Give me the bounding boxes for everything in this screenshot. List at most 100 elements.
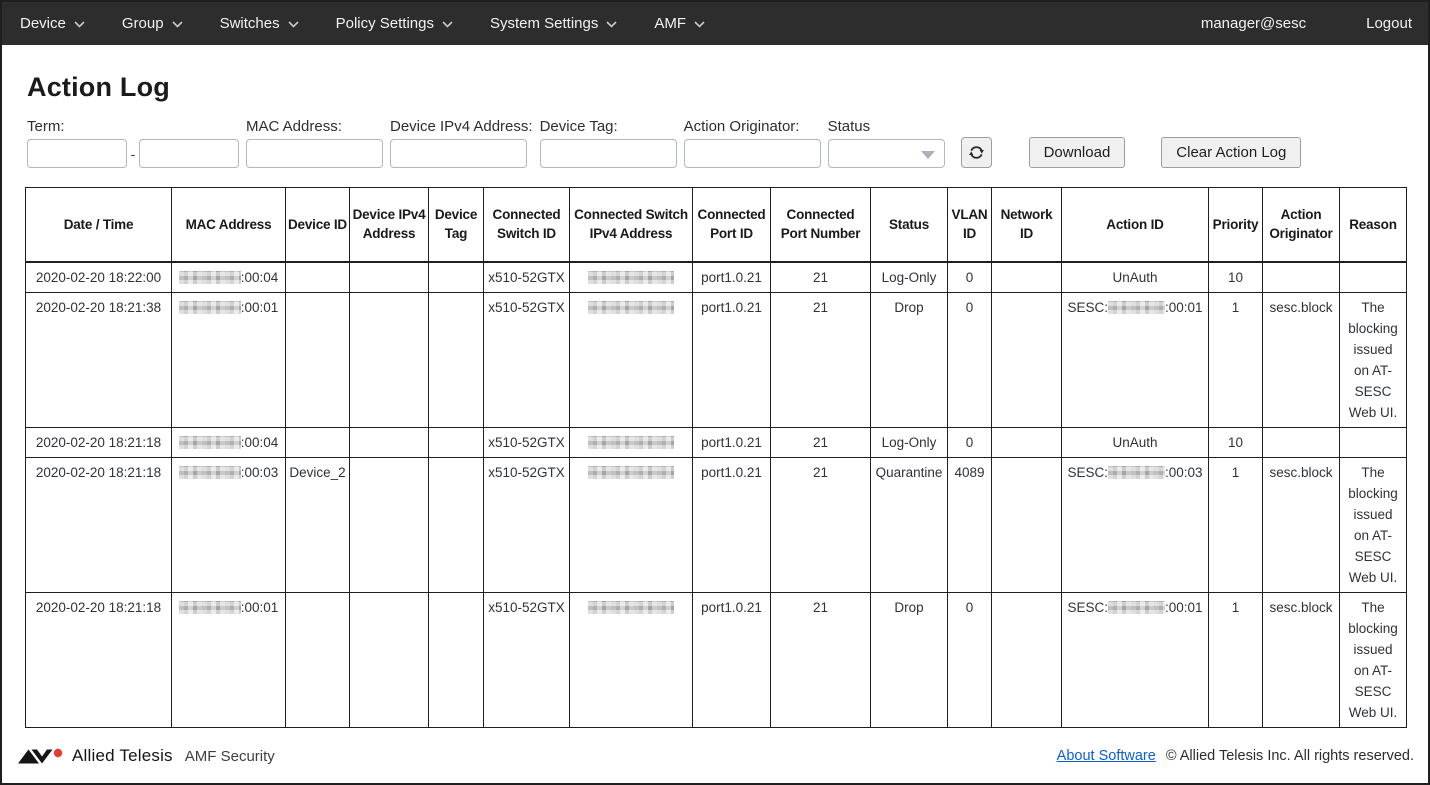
cell-network_id: [992, 592, 1062, 727]
logout-button[interactable]: Logout: [1366, 15, 1412, 32]
cell-vlan_id: 0: [948, 427, 992, 457]
cell-mac_address: :00:04: [172, 262, 286, 293]
redacted-pixelated-block: [588, 436, 674, 449]
nav-item-switches[interactable]: Switches: [220, 15, 299, 32]
user-account-label: manager@sesc: [1201, 15, 1306, 32]
product-name: AMF Security: [185, 748, 275, 765]
cell-priority: 1: [1209, 592, 1263, 727]
nav-item-group[interactable]: Group: [122, 15, 183, 32]
cell-action_originator: sesc.block: [1263, 592, 1340, 727]
cell-status: Log-Only: [871, 262, 948, 293]
cell-connected_switch_ipv4_address: [570, 592, 693, 727]
nav-item-label: Policy Settings: [336, 15, 434, 32]
cell-network_id: [992, 457, 1062, 592]
mac-address-input[interactable]: [246, 139, 383, 168]
nav-item-label: Device: [20, 15, 66, 32]
table-row: 2020-02-20 18:21:18:00:01x510-52GTXport1…: [26, 592, 1407, 727]
cell-vlan_id: 4089: [948, 457, 992, 592]
nav-account-area: manager@sesc Logout: [1201, 15, 1412, 32]
column-header-network_id: Network ID: [992, 188, 1062, 262]
cell-device_id: Device_2: [286, 457, 350, 592]
column-header-connected_port_number: Connected Port Number: [771, 188, 871, 262]
cell-connected_port_number: 21: [771, 262, 871, 293]
cell-device_ipv4_address: [350, 262, 429, 293]
cell-connected_port_number: 21: [771, 292, 871, 427]
nav-item-label: Switches: [220, 15, 280, 32]
cell-action_originator: [1263, 427, 1340, 457]
nav-item-amf[interactable]: AMF: [654, 15, 705, 32]
ipv4-filter-group: Device IPv4 Address:: [390, 118, 533, 168]
cell-connected_switch_id: x510-52GTX: [484, 292, 570, 427]
cell-mac_address: :00:01: [172, 292, 286, 427]
cell-network_id: [992, 262, 1062, 293]
redacted-pixelated-block: [179, 436, 241, 449]
cell-action_id: SESC::00:03: [1062, 457, 1209, 592]
about-software-link[interactable]: About Software: [1057, 748, 1156, 764]
cell-connected_switch_id: x510-52GTX: [484, 262, 570, 293]
footer-brand-area: Allied Telesis AMF Security: [18, 746, 275, 766]
column-header-device_ipv4_address: Device IPv4 Address: [350, 188, 429, 262]
redacted-pixelated-block: [179, 301, 241, 314]
nav-item-policy-settings[interactable]: Policy Settings: [336, 15, 453, 32]
term-to-input[interactable]: [139, 139, 239, 168]
dropdown-caret-icon: [921, 151, 935, 159]
column-header-priority: Priority: [1209, 188, 1263, 262]
cell-status: Drop: [871, 592, 948, 727]
originator-filter-group: Action Originator:: [684, 118, 821, 168]
cell-connected_port_id: port1.0.21: [693, 427, 771, 457]
device-ipv4-input[interactable]: [390, 139, 527, 168]
cell-date_time: 2020-02-20 18:21:18: [26, 592, 172, 727]
cell-connected_port_id: port1.0.21: [693, 262, 771, 293]
action-log-table: Date / TimeMAC AddressDevice IDDevice IP…: [25, 187, 1407, 728]
cell-connected_switch_ipv4_address: [570, 457, 693, 592]
refresh-button[interactable]: [961, 137, 992, 168]
nav-item-device[interactable]: Device: [20, 15, 85, 32]
column-header-vlan_id: VLAN ID: [948, 188, 992, 262]
allied-telesis-logo-icon: [18, 748, 64, 765]
tag-filter-group: Device Tag:: [540, 118, 677, 168]
cell-device_id: [286, 427, 350, 457]
cell-reason: [1340, 262, 1407, 293]
redacted-pixelated-block: [179, 601, 241, 614]
redacted-pixelated-block: [1108, 301, 1165, 314]
cell-device_tag: [429, 592, 484, 727]
chevron-down-icon: [288, 21, 299, 28]
action-originator-input[interactable]: [684, 139, 821, 168]
term-filter-group: Term: -: [27, 118, 239, 168]
cell-connected_port_number: 21: [771, 427, 871, 457]
cell-mac_address: :00:04: [172, 427, 286, 457]
cell-device_ipv4_address: [350, 592, 429, 727]
column-header-connected_switch_ipv4_address: Connected Switch IPv4 Address: [570, 188, 693, 262]
cell-vlan_id: 0: [948, 592, 992, 727]
nav-item-system-settings[interactable]: System Settings: [490, 15, 617, 32]
device-tag-input[interactable]: [540, 139, 677, 168]
column-header-connected_switch_id: Connected Switch ID: [484, 188, 570, 262]
cell-device_id: [286, 592, 350, 727]
cell-connected_switch_id: x510-52GTX: [484, 457, 570, 592]
column-header-status: Status: [871, 188, 948, 262]
cell-mac_address: :00:01: [172, 592, 286, 727]
nav-item-label: AMF: [654, 15, 686, 32]
chevron-down-icon: [74, 21, 85, 28]
column-header-device_id: Device ID: [286, 188, 350, 262]
column-header-device_tag: Device Tag: [429, 188, 484, 262]
page-title: Action Log: [27, 72, 1428, 103]
cell-device_tag: [429, 457, 484, 592]
cell-mac_address: :00:03: [172, 457, 286, 592]
table-row: 2020-02-20 18:21:18:00:03Device_2x510-52…: [26, 457, 1407, 592]
chevron-down-icon: [606, 21, 617, 28]
cell-connected_switch_ipv4_address: [570, 262, 693, 293]
status-select[interactable]: [828, 139, 945, 168]
cell-device_ipv4_address: [350, 292, 429, 427]
redacted-pixelated-block: [1108, 466, 1165, 479]
term-from-input[interactable]: [27, 139, 127, 168]
download-button[interactable]: Download: [1029, 137, 1126, 168]
top-nav: Device Group Switches Policy Settings System…: [2, 2, 1428, 45]
clear-action-log-button[interactable]: Clear Action Log: [1161, 137, 1301, 168]
cell-connected_switch_id: x510-52GTX: [484, 592, 570, 727]
cell-reason: [1340, 427, 1407, 457]
redacted-pixelated-block: [588, 601, 674, 614]
cell-device_tag: [429, 292, 484, 427]
column-header-reason: Reason: [1340, 188, 1407, 262]
cell-date_time: 2020-02-20 18:21:18: [26, 427, 172, 457]
